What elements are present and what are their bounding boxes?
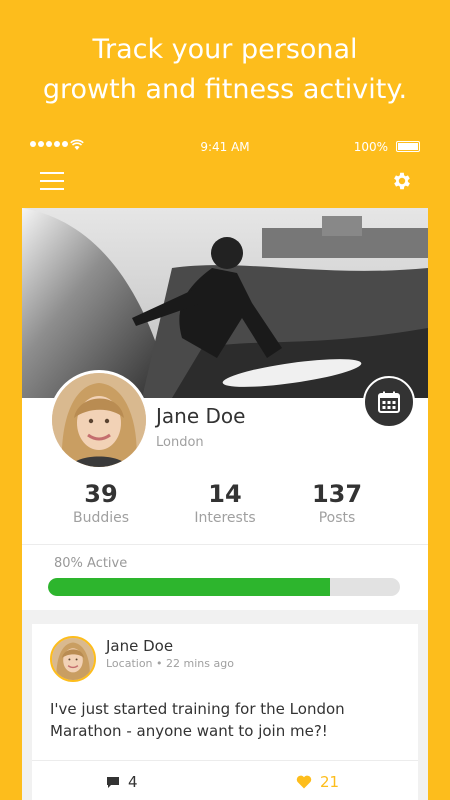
stat-label: Interests (194, 510, 256, 526)
calendar-button[interactable] (363, 376, 415, 428)
stat-posts[interactable]: 137 Posts (282, 478, 392, 526)
nav-bar (22, 158, 428, 208)
heart-icon (296, 775, 312, 789)
post-meta: Location • 22 mins ago (106, 657, 234, 670)
activity-label: 80% Active (54, 556, 128, 571)
comment-button[interactable]: 4 (106, 773, 138, 791)
hamburger-icon[interactable] (40, 171, 64, 191)
post-author-avatar[interactable] (50, 636, 96, 682)
stat-value: 39 (84, 480, 118, 508)
gear-icon[interactable] (391, 170, 413, 192)
avatar-image (52, 373, 146, 467)
headline-line-2: growth and fitness activity. (42, 74, 408, 105)
profile-location: London (156, 435, 204, 450)
post-time: 22 mins ago (166, 657, 234, 670)
stat-value: 14 (208, 480, 242, 508)
like-button[interactable]: 21 (296, 773, 339, 791)
calendar-icon (378, 391, 400, 413)
comment-count: 4 (128, 773, 138, 791)
battery-percent: 100% (353, 140, 388, 154)
stat-label: Posts (318, 510, 356, 526)
stat-label: Buddies (72, 510, 130, 526)
headline: Track your personal growth and fitness a… (0, 30, 450, 110)
profile-name: Jane Doe (156, 404, 246, 428)
post-location: Location (106, 657, 153, 670)
meta-separator: • (156, 657, 167, 670)
battery-icon (396, 141, 420, 152)
post-text: I've just started training for the Londo… (50, 700, 345, 740)
stat-value: 137 (311, 480, 363, 508)
post-card[interactable]: Jane Doe Location • 22 mins ago I've jus… (32, 624, 418, 800)
stat-interests[interactable]: 14 Interests (170, 478, 280, 526)
comment-icon (107, 776, 119, 788)
post-actions: 4 21 (32, 760, 418, 800)
divider (22, 544, 428, 545)
stats-row: 39 Buddies 14 Interests 137 Posts (22, 478, 428, 538)
surfer-image (22, 208, 428, 398)
activity-progress-fill (48, 578, 330, 596)
activity-progress-bar (48, 578, 400, 596)
profile-avatar[interactable] (49, 370, 149, 470)
like-count: 21 (320, 773, 340, 791)
stat-buddies[interactable]: 39 Buddies (46, 478, 156, 526)
post-author-name[interactable]: Jane Doe (106, 637, 173, 655)
avatar-image (52, 638, 94, 680)
cover-photo (22, 208, 428, 398)
headline-line-1: Track your personal (92, 34, 358, 65)
status-bar: 9:41 AM 100% (22, 136, 428, 158)
phone-screen: 9:41 AM 100% Jane Doe London 39 Buddies … (22, 136, 428, 800)
